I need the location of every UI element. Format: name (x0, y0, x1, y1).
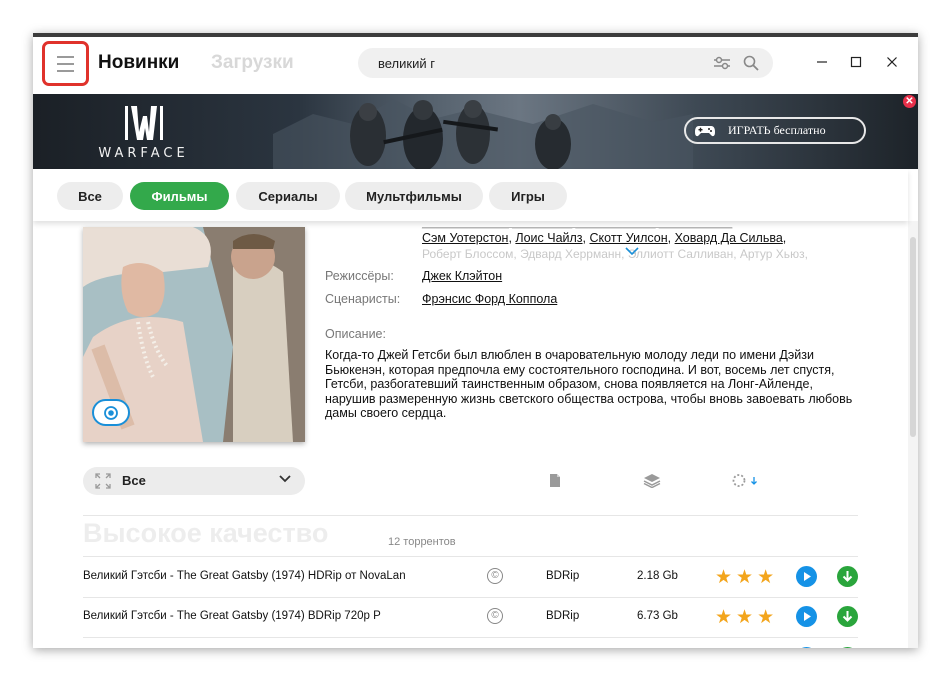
writers-label: Сценаристы: (325, 292, 401, 306)
tab-all[interactable]: Все (57, 182, 123, 210)
app-window: Новинки Загрузки великий г WARFACE ИГРАТ… (33, 33, 918, 648)
minimize-icon (817, 61, 827, 63)
tab-games[interactable]: Игры (489, 182, 567, 210)
ad-banner[interactable]: WARFACE ИГРАТЬ бесплатно ✕ (33, 94, 918, 169)
writer-link[interactable]: Фрэнсис Форд Коппола (422, 292, 557, 306)
torrent-count: 12 торрентов (388, 536, 456, 548)
close-button[interactable] (881, 51, 903, 73)
download-button[interactable] (837, 647, 858, 648)
download-icon (842, 571, 853, 582)
expand-arrows-icon (95, 473, 111, 489)
director-link[interactable]: Джек Клэйтон (422, 269, 502, 283)
cast-faded-bottom: Роберт Блоссом, Эдвард Херрманн, Эллиотт… (422, 247, 808, 261)
play-button[interactable] (796, 566, 817, 587)
cast-faded-top: _____________ _________ ____________ ___… (422, 221, 733, 229)
warface-logo-text: WARFACE (98, 146, 189, 161)
filter-settings-icon[interactable] (713, 56, 731, 70)
eye-icon (104, 405, 118, 420)
cast-list: Сэм Уотерстон, Лоис Чайлз, Скотт Уилсон,… (422, 231, 787, 245)
divider (83, 515, 858, 516)
movie-details: _____________ _________ ____________ ___… (33, 221, 908, 648)
soldiers-illustration (273, 99, 693, 169)
search-bar (358, 48, 773, 78)
cast-link[interactable]: Лоис Чайлз (515, 231, 582, 245)
section-title: Высокое качество (83, 518, 329, 548)
chevron-down-icon (279, 475, 291, 483)
table-row[interactable]: Великий Гэтсби - The Great Gatsby (1974)… (33, 597, 908, 637)
file-icon[interactable] (549, 473, 561, 488)
filter-selected-label: Все (122, 473, 146, 488)
play-free-button[interactable]: ИГРАТЬ бесплатно (684, 117, 866, 144)
minimize-button[interactable] (811, 51, 833, 73)
tab-new[interactable]: Новинки (98, 52, 179, 74)
torrent-size: 2.18 Gb (637, 570, 678, 582)
download-button[interactable] (837, 566, 858, 587)
torrent-name[interactable]: Великий Гэтсби - The Great Gatsby (1974)… (83, 610, 381, 622)
torrent-size: 6.73 Gb (637, 610, 678, 622)
play-button[interactable] (796, 647, 817, 648)
table-row[interactable]: Великий Гэтсби - The Great Gatsby (1974)… (33, 557, 908, 597)
description-label: Описание: (325, 327, 386, 341)
header: Новинки Загрузки (33, 37, 918, 94)
watch-trailer-button[interactable] (92, 399, 130, 426)
cast-link[interactable]: Ховард Да Сильва (675, 231, 783, 245)
play-free-label: ИГРАТЬ бесплатно (728, 123, 826, 137)
search-icon[interactable] (742, 54, 760, 72)
maximize-button[interactable] (845, 51, 867, 73)
close-ad-icon[interactable]: ✕ (903, 95, 916, 108)
description-text: Когда-то Джей Гетсби был влюблен в очаро… (325, 348, 853, 420)
movie-poster (83, 227, 305, 442)
torrent-name[interactable]: Великий Гэтсби - The Great Gatsby (1974)… (83, 570, 406, 582)
menu-line (57, 55, 74, 58)
expand-cast-chevron-icon[interactable] (624, 246, 640, 256)
rating-stars: ★★★ (715, 567, 779, 588)
download-button[interactable] (837, 606, 858, 627)
category-tabs: Все Фильмы Сериалы Мультфильмы Игры (33, 169, 908, 221)
copyright-icon: © (487, 608, 503, 624)
close-icon (887, 57, 897, 67)
cast-link[interactable]: Сэм Уотерстон (422, 231, 508, 245)
play-icon (804, 612, 811, 621)
table-row-partial (33, 637, 908, 648)
search-input[interactable] (378, 54, 698, 72)
tab-cartoons[interactable]: Мультфильмы (345, 182, 483, 210)
tab-downloads[interactable]: Загрузки (211, 52, 294, 74)
scrollbar-thumb[interactable] (910, 237, 916, 437)
directors-label: Режиссёры: (325, 269, 394, 283)
torrent-format: BDRip (546, 610, 580, 622)
copyright-icon: © (487, 568, 503, 584)
tab-movies[interactable]: Фильмы (130, 182, 229, 210)
seeders-sort-icon[interactable] (731, 473, 761, 488)
maximize-icon (850, 56, 862, 68)
quality-filter-dropdown[interactable]: Все (83, 467, 305, 495)
play-button[interactable] (796, 606, 817, 627)
cast-link[interactable]: Скотт Уилсон (590, 231, 668, 245)
menu-line (57, 62, 74, 65)
gamepad-icon (695, 125, 715, 136)
download-icon (842, 611, 853, 622)
tab-series[interactable]: Сериалы (236, 182, 340, 210)
layers-icon[interactable] (643, 473, 661, 488)
hamburger-menu-button[interactable] (42, 41, 89, 86)
play-icon (804, 572, 811, 581)
warface-emblem-icon (125, 106, 163, 140)
rating-stars: ★★★ (715, 607, 779, 628)
warface-logo: WARFACE (81, 102, 206, 162)
menu-line (57, 69, 74, 72)
torrent-format: BDRip (546, 570, 580, 582)
